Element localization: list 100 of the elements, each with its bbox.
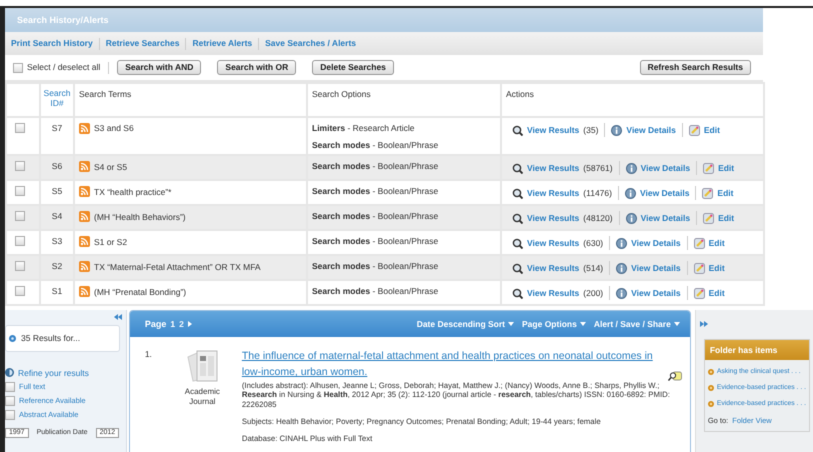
toolbar-link[interactable]: Save Searches / Alerts	[265, 38, 356, 49]
facet-checkbox[interactable]	[5, 410, 15, 420]
info-icon[interactable]	[616, 238, 628, 249]
search-icon[interactable]	[512, 162, 523, 174]
view-results-link[interactable]: View Results	[527, 213, 580, 224]
info-icon[interactable]	[626, 212, 637, 224]
view-results-link[interactable]: View Results	[527, 124, 580, 136]
bullet-icon	[708, 368, 714, 375]
menu-dropdown[interactable]: Page Options	[522, 319, 586, 330]
edit-icon[interactable]	[703, 162, 714, 174]
edit-icon[interactable]	[694, 238, 705, 249]
row-checkbox[interactable]	[15, 261, 25, 272]
row-checkbox[interactable]	[15, 123, 25, 133]
rss-icon[interactable]	[79, 123, 90, 134]
action-button[interactable]: Delete Searches	[312, 60, 394, 76]
refresh-button[interactable]: Refresh Search Results	[640, 60, 751, 76]
edit-link[interactable]: Edit	[708, 263, 725, 274]
view-results-link[interactable]: View Results	[527, 288, 580, 298]
edit-link[interactable]: Edit	[717, 188, 734, 198]
select-all-label: Select / deselect all	[27, 62, 100, 73]
search-icon[interactable]	[512, 262, 523, 274]
page-link[interactable]: 2	[179, 319, 184, 330]
edit-link[interactable]: Edit	[718, 163, 734, 174]
rss-icon[interactable]	[79, 261, 90, 272]
view-details-link[interactable]: View Details	[631, 263, 681, 274]
row-checkbox[interactable]	[15, 161, 25, 172]
result-count: (48120)	[583, 213, 613, 224]
facet-checkbox[interactable]	[5, 382, 15, 392]
view-details-link[interactable]: View Details	[631, 288, 681, 298]
collapse-icon[interactable]	[114, 314, 122, 320]
search-option: Limiters - Research Article	[312, 123, 496, 134]
expand-icon[interactable]	[700, 321, 708, 328]
edit-icon[interactable]	[694, 262, 705, 274]
action-button[interactable]: Search with AND	[117, 60, 202, 76]
edit-link[interactable]: Edit	[708, 288, 725, 298]
select-all-checkbox[interactable]	[13, 62, 23, 72]
search-icon[interactable]	[512, 188, 523, 199]
caret-icon	[580, 322, 586, 326]
menu-dropdown[interactable]: Date Descending Sort	[416, 319, 514, 330]
result-count: (11476)	[583, 188, 612, 198]
result-count: (630)	[583, 238, 604, 248]
results-for-text: 35 Results for...	[21, 333, 80, 344]
view-details-link[interactable]: View Details	[640, 163, 690, 174]
info-icon[interactable]	[616, 288, 628, 299]
refine-heading[interactable]: Refine your results	[18, 368, 89, 378]
rss-icon[interactable]	[79, 236, 90, 248]
next-arrow-icon[interactable]	[188, 321, 192, 328]
toolbar-link[interactable]: Print Search History	[11, 38, 93, 49]
search-id: S6	[52, 161, 62, 172]
view-details-link[interactable]: View Details	[631, 238, 681, 248]
search-icon[interactable]	[512, 238, 523, 249]
rss-icon[interactable]	[79, 211, 90, 222]
menu-dropdown[interactable]: Alert / Save / Share	[594, 319, 680, 330]
search-option: Search modes - Boolean/Phrase	[312, 236, 496, 247]
edit-icon[interactable]	[694, 288, 705, 299]
view-results-link[interactable]: View Results	[527, 238, 580, 248]
caret-icon	[508, 322, 514, 326]
view-results-link[interactable]: View Results	[527, 263, 580, 274]
row-checkbox[interactable]	[15, 211, 25, 222]
edit-link[interactable]: Edit	[708, 238, 725, 248]
edit-icon[interactable]	[703, 212, 714, 224]
row-checkbox[interactable]	[15, 286, 25, 296]
document-icon	[185, 349, 220, 384]
info-icon[interactable]	[611, 124, 622, 136]
search-terms: S3 and S6	[94, 123, 134, 134]
search-icon[interactable]	[512, 212, 523, 224]
search-id: S7	[52, 123, 62, 133]
view-details-link[interactable]: View Details	[640, 188, 690, 198]
view-details-link[interactable]: View Details	[640, 213, 690, 224]
page-link[interactable]: 1	[170, 319, 176, 330]
edit-icon[interactable]	[688, 124, 700, 136]
result-count: (58761)	[583, 163, 613, 174]
row-checkbox[interactable]	[15, 186, 25, 196]
search-terms: (MH “Prenatal Bonding”)	[94, 286, 186, 297]
result-title-link[interactable]: The influence of maternal-fetal attachment and health practices on neonatal outcomes in low-income, urban women.	[242, 349, 664, 381]
facet-checkbox[interactable]	[5, 396, 15, 406]
view-results-link[interactable]: View Results	[527, 163, 580, 174]
info-icon[interactable]	[624, 188, 636, 199]
search-icon[interactable]	[512, 288, 523, 299]
caret-icon	[674, 322, 680, 326]
toolbar-link[interactable]: Retrieve Alerts	[192, 38, 252, 49]
edit-link[interactable]: Edit	[704, 124, 720, 136]
preview-icon[interactable]	[668, 370, 682, 381]
bullet-icon	[708, 401, 714, 408]
search-option: Search modes - Boolean/Phrase	[312, 211, 496, 222]
info-icon[interactable]	[626, 162, 637, 174]
edit-icon[interactable]	[702, 188, 714, 199]
search-terms: S4 or S5	[94, 162, 128, 172]
rss-icon[interactable]	[79, 286, 90, 298]
edit-link[interactable]: Edit	[718, 213, 734, 224]
view-results-link[interactable]: View Results	[527, 188, 580, 198]
search-icon[interactable]	[512, 124, 523, 136]
rss-icon[interactable]	[79, 186, 90, 198]
row-checkbox[interactable]	[15, 236, 25, 246]
action-button[interactable]: Search with OR	[217, 60, 296, 76]
info-icon[interactable]	[616, 262, 628, 274]
column-header: Search Terms	[79, 89, 132, 99]
rss-icon[interactable]	[79, 161, 90, 172]
view-details-link[interactable]: View Details	[626, 124, 676, 136]
toolbar-link[interactable]: Retrieve Searches	[106, 38, 180, 49]
